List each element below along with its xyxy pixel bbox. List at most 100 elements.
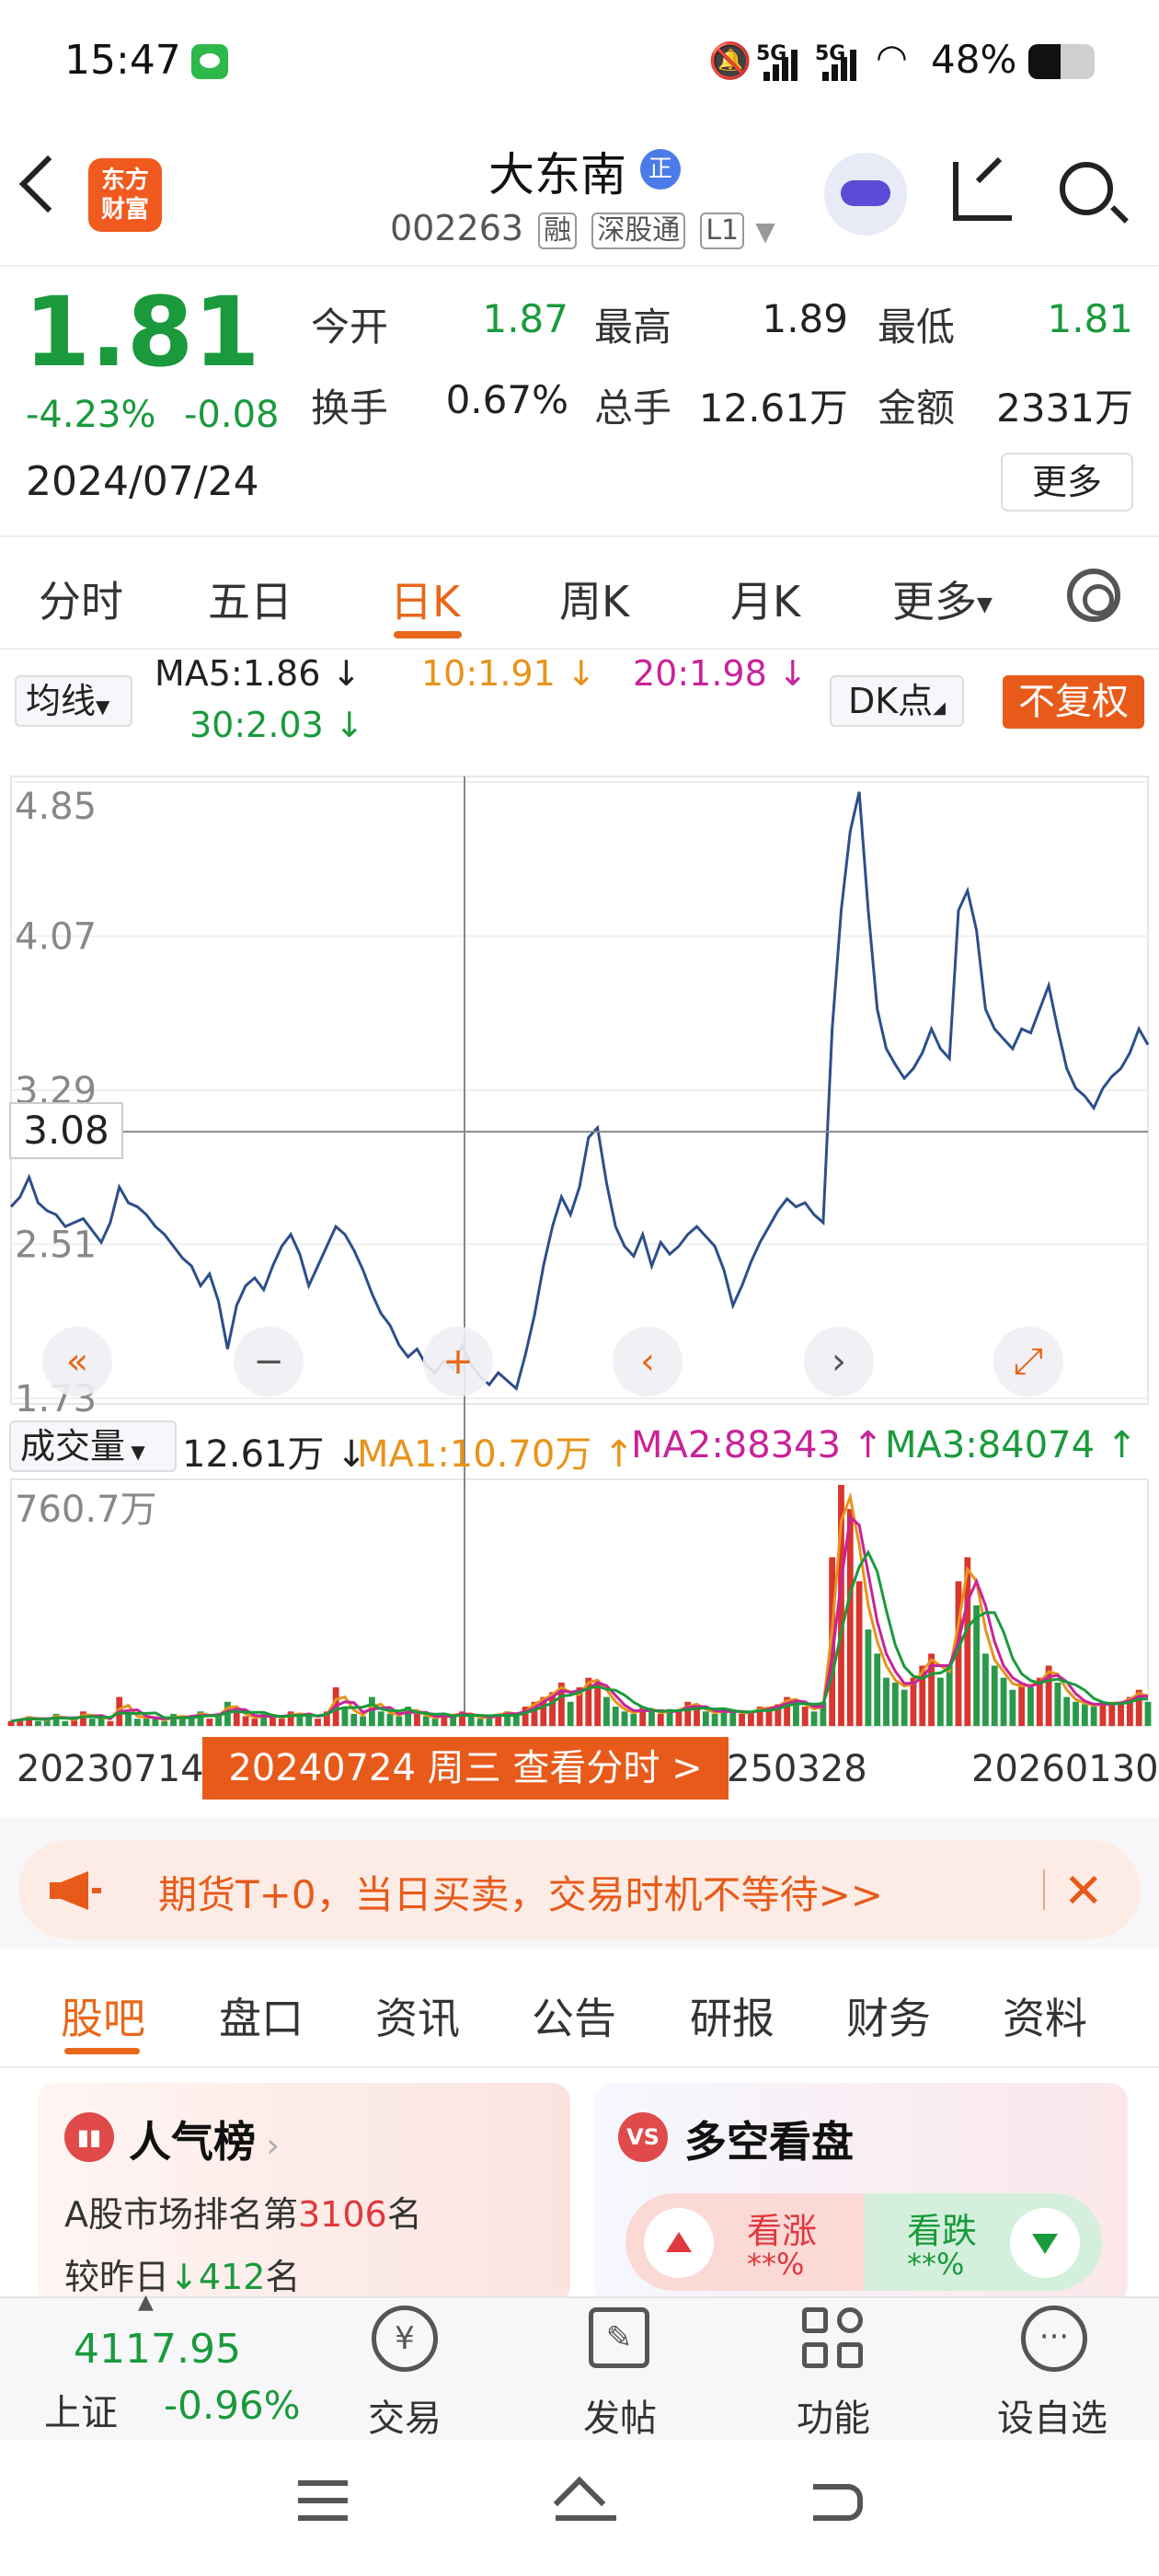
volume-bar bbox=[810, 1711, 818, 1726]
stock-code-line: 002263 融 深股通 L1 ▼ bbox=[390, 208, 775, 249]
stat-amount-label: 金额 bbox=[878, 385, 956, 431]
view-intraday-pill[interactable]: 20240724 周三 查看分时 > bbox=[202, 1737, 729, 1800]
volume-bar bbox=[1144, 1701, 1152, 1726]
nav-add-watchlist[interactable]: 设自选 bbox=[979, 2388, 1126, 2442]
chevron-down-icon[interactable]: ▼ bbox=[755, 216, 775, 247]
volume-bar bbox=[603, 1696, 610, 1726]
volume-bar bbox=[1108, 1704, 1116, 1726]
volume-indicator-select[interactable]: 成交量 ▼ bbox=[9, 1420, 177, 1472]
tab-monthly-k[interactable]: 月K bbox=[730, 569, 800, 629]
sentiment-title: 多空看盘 bbox=[684, 2117, 854, 2167]
volume-bar bbox=[206, 1719, 213, 1726]
post-icon[interactable]: ✎ bbox=[589, 2307, 649, 2368]
volume-bar bbox=[1081, 1704, 1088, 1726]
volume-bar bbox=[711, 1713, 718, 1726]
ma5-value: MA5:1.86 ↓ bbox=[155, 653, 361, 694]
tab-financials[interactable]: 财务 bbox=[846, 1985, 931, 2046]
index-name[interactable]: 上证 bbox=[44, 2383, 118, 2436]
volume-bar bbox=[891, 1682, 899, 1726]
kline-chart[interactable]: 4.854.073.292.511.73760.7万 bbox=[0, 754, 1159, 1730]
bar-chart-icon: ▮▮ bbox=[64, 2112, 114, 2162]
tab-profile[interactable]: 资料 bbox=[1003, 1985, 1087, 2046]
tab-news[interactable]: 资讯 bbox=[375, 1985, 460, 2046]
volume-bar bbox=[1000, 1677, 1007, 1726]
index-change[interactable]: -0.96% bbox=[164, 2383, 301, 2428]
volume-bar bbox=[855, 1581, 863, 1726]
robot-assistant-icon[interactable] bbox=[824, 153, 907, 236]
volume-bar bbox=[396, 1716, 403, 1726]
volume-bar bbox=[612, 1707, 619, 1726]
trade-icon[interactable]: ¥ bbox=[372, 2306, 438, 2372]
banner-text[interactable]: 期货T+0，当日买卖，交易时机不等待>> bbox=[158, 1864, 883, 1920]
volume-ma2: MA2:88343 ↑ bbox=[631, 1424, 884, 1466]
collapse-indicator-icon[interactable]: ▲ bbox=[138, 2291, 154, 2314]
tab-order-book[interactable]: 盘口 bbox=[219, 1985, 304, 2046]
function-grid-icon[interactable] bbox=[802, 2307, 865, 2370]
index-value[interactable]: 4117.95 bbox=[74, 2326, 241, 2373]
volume-bar bbox=[567, 1701, 574, 1726]
megaphone-icon bbox=[50, 1871, 101, 1910]
no-adjust-button[interactable]: 不复权 bbox=[1003, 675, 1144, 729]
volume-bar bbox=[315, 1719, 321, 1726]
search-icon[interactable] bbox=[1060, 162, 1113, 215]
volume-bar bbox=[657, 1713, 664, 1726]
volume-bar bbox=[161, 1720, 168, 1726]
volume-bar bbox=[35, 1720, 41, 1726]
chevron-left-icon[interactable]: ‹ bbox=[613, 1327, 683, 1397]
x-label-mid: 250328 bbox=[727, 1748, 867, 1790]
volume-bar bbox=[278, 1719, 285, 1726]
volume-bar bbox=[1054, 1682, 1061, 1726]
volume-bar bbox=[270, 1716, 276, 1726]
caret-down-icon: ▼ bbox=[977, 593, 993, 616]
volume-bar bbox=[88, 1719, 96, 1726]
tab-announcements[interactable]: 公告 bbox=[532, 1985, 616, 2046]
zoom-in-icon[interactable]: + bbox=[423, 1327, 493, 1397]
dk-point-button[interactable]: DK点◢ bbox=[830, 675, 964, 727]
zoom-out-icon[interactable]: − bbox=[234, 1327, 304, 1397]
volume-bar bbox=[801, 1707, 809, 1726]
menu-icon[interactable] bbox=[298, 2480, 348, 2521]
y-tick-label: 2.51 bbox=[15, 1225, 97, 1267]
volume-bar bbox=[621, 1711, 628, 1726]
change-percent: -4.23% bbox=[26, 394, 156, 436]
banner-divider bbox=[1043, 1869, 1045, 1910]
volume-bar bbox=[1118, 1701, 1124, 1726]
stat-turnover-value: 0.67% bbox=[445, 377, 568, 422]
stat-volume-value: 12.61万 bbox=[698, 385, 848, 431]
nav-trade[interactable]: 交易 bbox=[331, 2388, 478, 2442]
volume-bar bbox=[946, 1665, 953, 1726]
volume-bar bbox=[729, 1711, 737, 1726]
volume-bar bbox=[170, 1713, 177, 1726]
volume-bar bbox=[125, 1713, 132, 1726]
share-icon[interactable] bbox=[953, 162, 1012, 221]
bear-value: **% bbox=[907, 2247, 965, 2282]
more-quote-button[interactable]: 更多 bbox=[1001, 453, 1133, 512]
tab-more-periods[interactable]: 更多▼ bbox=[892, 569, 993, 629]
fullscreen-icon[interactable]: ⤢ bbox=[993, 1327, 1063, 1397]
close-icon[interactable]: ✕ bbox=[1063, 1864, 1104, 1919]
volume-bar bbox=[133, 1719, 141, 1726]
tab-intraday[interactable]: 分时 bbox=[39, 569, 123, 629]
change-value: -0.08 bbox=[184, 394, 280, 436]
home-icon[interactable] bbox=[553, 2476, 616, 2529]
chevron-right-icon[interactable]: › bbox=[804, 1327, 874, 1397]
last-price: 1.81 bbox=[24, 276, 260, 388]
title-badge: 正 bbox=[640, 149, 681, 190]
popularity-title[interactable]: 人气榜 › bbox=[129, 2109, 280, 2169]
back-nav-icon[interactable] bbox=[813, 2484, 863, 2521]
tab-research[interactable]: 研报 bbox=[690, 1985, 775, 2046]
tab-daily-k[interactable]: 日K bbox=[390, 569, 460, 629]
tab-forum[interactable]: 股吧 bbox=[61, 1985, 145, 2046]
volume-bar bbox=[296, 1716, 304, 1726]
tab-five-day[interactable]: 五日 bbox=[208, 569, 293, 629]
ma-indicator-select[interactable]: 均线▼ bbox=[15, 675, 132, 727]
nav-post[interactable]: 发帖 bbox=[546, 2388, 694, 2442]
stat-high-value: 1.89 bbox=[762, 296, 848, 341]
rewind-icon[interactable]: « bbox=[42, 1327, 112, 1397]
gear-icon[interactable] bbox=[1067, 569, 1120, 622]
volume-bar bbox=[973, 1605, 981, 1726]
nav-functions[interactable]: 功能 bbox=[760, 2388, 907, 2442]
tab-weekly-k[interactable]: 周K bbox=[559, 569, 629, 629]
header-divider bbox=[0, 265, 1159, 267]
add-watchlist-icon[interactable]: ··· bbox=[1021, 2306, 1087, 2372]
